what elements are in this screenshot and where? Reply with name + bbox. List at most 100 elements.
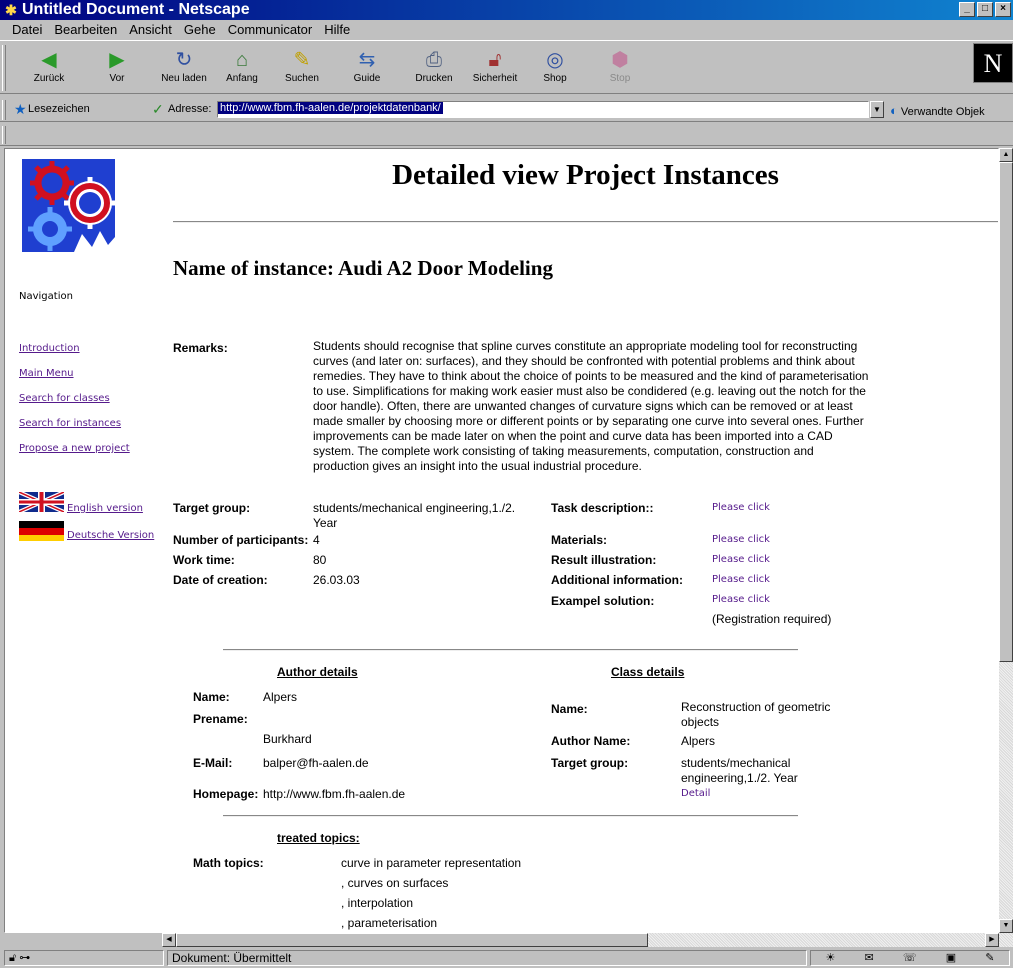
registration-note: (Registration required) [712,612,832,626]
class-name-label: Name: [551,702,588,716]
guide-button[interactable]: ⇆ Guide [340,47,394,91]
menu-hilfe[interactable]: Hilfe [318,20,356,39]
target-group-label: Target group: [173,501,251,515]
navigator-icon[interactable]: ☀ [826,951,836,965]
search-icon: ✎ [293,49,311,71]
work-time-label: Work time: [173,553,235,567]
reload-icon: ↻ [175,49,193,71]
bookmarks-button[interactable]: Lesezeichen [28,103,90,115]
horizontal-scrollbar[interactable]: ◀ ▶ [162,933,1013,947]
nav-link-introduction[interactable]: Introduction [19,343,80,354]
menu-ansicht[interactable]: Ansicht [123,20,178,39]
materials-label: Materials: [551,533,608,547]
example-solution-link[interactable]: Please click [712,594,770,605]
scroll-down-button[interactable]: ▼ [999,919,1013,933]
reload-button[interactable]: ↻ Neu laden [157,47,211,91]
shop-button[interactable]: ◎ Shop [528,47,582,91]
horizontal-scroll-thumb[interactable] [176,933,648,947]
example-solution-label: Exampel solution: [551,594,655,608]
class-author-value: Alpers [681,734,716,748]
uk-flag-icon[interactable] [19,492,64,512]
address-label: Adresse: [168,103,212,115]
result-illustration-link[interactable]: Please click [712,554,770,565]
back-arrow-icon: ◀ [41,49,57,71]
title-divider [173,221,998,223]
math-topic-item: , curves on surfaces [341,876,449,890]
gears-logo [22,159,115,252]
participants-value: 4 [313,533,320,547]
math-topic-item: , parameterisation [341,916,438,930]
window-title-bar: ✱ Untitled Document - Netscape _ □ × [0,0,1013,20]
menu-gehe[interactable]: Gehe [178,20,222,39]
close-button[interactable]: × [995,2,1011,17]
window-controls: _ □ × [959,2,1011,17]
materials-link[interactable]: Please click [712,534,770,545]
location-grip[interactable] [2,100,6,120]
discussion-icon[interactable]: ☏ [903,951,917,965]
minimize-button[interactable]: _ [959,2,975,17]
nav-link-main-menu[interactable]: Main Menu [19,368,74,379]
details-divider [223,649,798,651]
instance-title: Name of instance: Audi A2 Door Modeling [173,256,553,280]
status-bar: 🔓︎ ⊶ Dokument: Übermittelt ☀ ✉ ☏ ▣ ✎ [0,948,1013,968]
scroll-up-button[interactable]: ▲ [999,148,1013,162]
edit-icon[interactable]: ✎ [985,951,994,965]
home-icon: ⌂ [235,49,249,71]
date-value: 26.03.03 [313,573,360,587]
additional-info-label: Additional information: [551,573,683,587]
menu-communicator[interactable]: Communicator [222,20,319,39]
treated-topics-heading: treated topics: [277,831,360,845]
additional-info-link[interactable]: Please click [712,574,770,585]
participants-label: Number of participants: [173,533,309,547]
print-icon: ⎙ [426,49,442,71]
related-objects-button[interactable]: ◐ Verwandte Objek [890,103,985,118]
author-email-value: balper@fh-aalen.de [263,756,369,770]
page-viewport: Detailed view Project Instances Name of … [4,148,999,933]
stop-icon: ⬢ [611,49,629,71]
maximize-button[interactable]: □ [977,2,993,17]
vertical-scrollbar[interactable]: ▲ ▼ [999,148,1013,933]
status-text: Dokument: Übermittelt [167,950,807,966]
print-button[interactable]: ⎙ Drucken [407,47,461,91]
scroll-right-button[interactable]: ▶ [985,933,999,947]
english-version-link[interactable]: English version [67,503,143,514]
navigation-title: Navigation [19,291,73,302]
stop-button[interactable]: ⬢ Stop [593,47,647,91]
gears-logo-icon [22,159,115,252]
personal-grip[interactable] [2,126,6,144]
mail-icon[interactable]: ✉ [865,951,874,965]
vertical-scroll-thumb[interactable] [999,162,1013,662]
german-flag-icon[interactable] [19,521,64,541]
netscape-app-icon: ✱ [5,2,17,18]
component-bar: ☀ ✉ ☏ ▣ ✎ [810,950,1010,966]
toolbar-grip[interactable] [2,45,6,91]
author-details-heading: Author details [277,665,358,679]
nav-link-search-classes[interactable]: Search for classes [19,393,110,404]
nav-link-search-instances[interactable]: Search for instances [19,418,121,429]
address-input[interactable]: http://www.fbm.fh-aalen.de/projektdatenb… [217,101,869,118]
page-title: Detailed view Project Instances [392,159,779,191]
location-bar: ★ Lesezeichen ✓ Adresse: http://www.fbm.… [0,98,1013,122]
back-button[interactable]: ◀ Zurück [22,47,76,91]
guide-icon: ⇆ [358,49,376,71]
result-illustration-label: Result illustration: [551,553,657,567]
nav-link-propose-project[interactable]: Propose a new project [19,443,130,454]
task-description-link[interactable]: Please click [712,502,770,513]
menu-bearbeiten[interactable]: Bearbeiten [48,20,123,39]
author-prename-label: Prename: [193,712,248,726]
composer-icon[interactable]: ▣ [946,951,956,965]
menu-datei[interactable]: Datei [6,20,48,39]
address-dropdown-button[interactable]: ▼ [870,101,884,118]
scroll-left-button[interactable]: ◀ [162,933,176,947]
german-version-link[interactable]: Deutsche Version [67,530,168,541]
netscape-logo[interactable]: N [973,43,1013,83]
class-detail-link[interactable]: Detail [681,788,710,799]
home-button[interactable]: ⌂ Anfang [215,47,269,91]
search-button[interactable]: ✎ Suchen [275,47,329,91]
security-status[interactable]: 🔓︎ ⊶ [4,950,164,966]
forward-button[interactable]: ▶ Vor [90,47,144,91]
remarks-label: Remarks: [173,341,228,355]
author-homepage-value: http://www.fbm.fh-aalen.de [263,787,406,801]
window-title: Untitled Document - Netscape [22,1,250,18]
security-button[interactable]: 🔓︎ Sicherheit [468,47,522,91]
